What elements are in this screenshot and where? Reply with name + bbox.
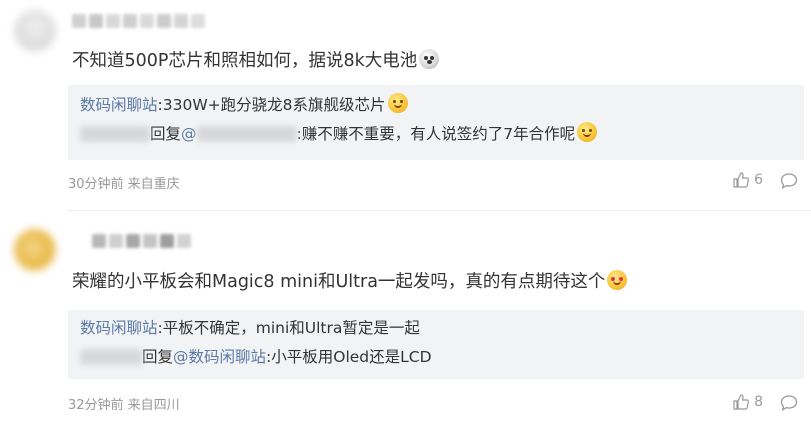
reply-item: 数码闲聊站:330W+跑分骁龙8系旗舰级芯片 — [80, 93, 408, 115]
comment-meta: 32分钟前 来自四川 — [68, 398, 180, 413]
like-count: 6 — [754, 172, 763, 188]
username-blurred[interactable] — [72, 14, 205, 30]
comment-item: 不知道500P芯片和照相如何，据说8k大电池 数码闲聊站:330W+跑分骁龙8系… — [0, 0, 811, 210]
mention-name-blurred[interactable] — [196, 126, 297, 142]
like-button[interactable]: 8 — [732, 393, 763, 411]
reply-item: 回复@ :赚不赚不重要，有人说签约了7年合作呢 — [80, 122, 598, 144]
smile-face-icon — [387, 93, 408, 113]
reply-author-link[interactable]: 数码闲聊站 — [80, 319, 158, 337]
reply-author-blurred[interactable] — [80, 349, 142, 365]
reply-word: 回复 — [142, 348, 174, 366]
mention-link[interactable]: @数码闲聊站 — [173, 348, 266, 366]
reply-text: :赚不赚不重要，有人说签约了7年合作呢 — [296, 125, 576, 143]
like-button[interactable]: 6 — [732, 171, 763, 189]
mention-link[interactable]: @ — [181, 125, 197, 143]
shock-face-icon — [419, 49, 440, 69]
comment-text: 不知道500P芯片和照相如何，据说8k大电池 — [72, 47, 440, 72]
comment-icon[interactable] — [779, 393, 799, 413]
thumbs-up-icon — [733, 172, 750, 188]
thumbs-up-icon — [733, 394, 750, 410]
avatar[interactable] — [14, 10, 56, 52]
reply-thread[interactable]: 数码闲聊站:330W+跑分骁龙8系旗舰级芯片 回复@ :赚不赚不重要，有人说签约了… — [68, 85, 804, 160]
reply-author-blurred[interactable] — [80, 126, 150, 142]
reply-text: :330W+跑分骁龙8系旗舰级芯片 — [157, 96, 386, 114]
comment-icon[interactable] — [779, 171, 799, 191]
comment-meta: 30分钟前 来自重庆 — [68, 177, 180, 192]
avatar[interactable] — [14, 229, 56, 271]
comment-text: 荣耀的小平板会和Magic8 mini和Ultra一起发吗，真的有点期待这个 — [72, 268, 628, 293]
reply-word: 回复 — [150, 125, 182, 143]
username-blurred[interactable] — [92, 234, 191, 250]
like-count: 8 — [754, 394, 763, 410]
reply-text: :平板不确定，mini和Ultra暂定是一起 — [157, 319, 420, 337]
reply-text: :小平板用Oled还是LCD — [266, 348, 432, 366]
reply-thread[interactable]: 数码闲聊站:平板不确定，mini和Ultra暂定是一起 回复@数码闲聊站:小平板… — [68, 310, 804, 379]
heart-eyes-face-icon — [607, 270, 628, 290]
reply-item: 数码闲聊站:平板不确定，mini和Ultra暂定是一起 — [80, 316, 420, 338]
reply-item: 回复@数码闲聊站:小平板用Oled还是LCD — [80, 345, 432, 367]
reply-author-link[interactable]: 数码闲聊站 — [80, 96, 158, 114]
laugh-face-icon — [577, 122, 598, 142]
comment-item: 荣耀的小平板会和Magic8 mini和Ultra一起发吗，真的有点期待这个 数… — [0, 211, 811, 421]
